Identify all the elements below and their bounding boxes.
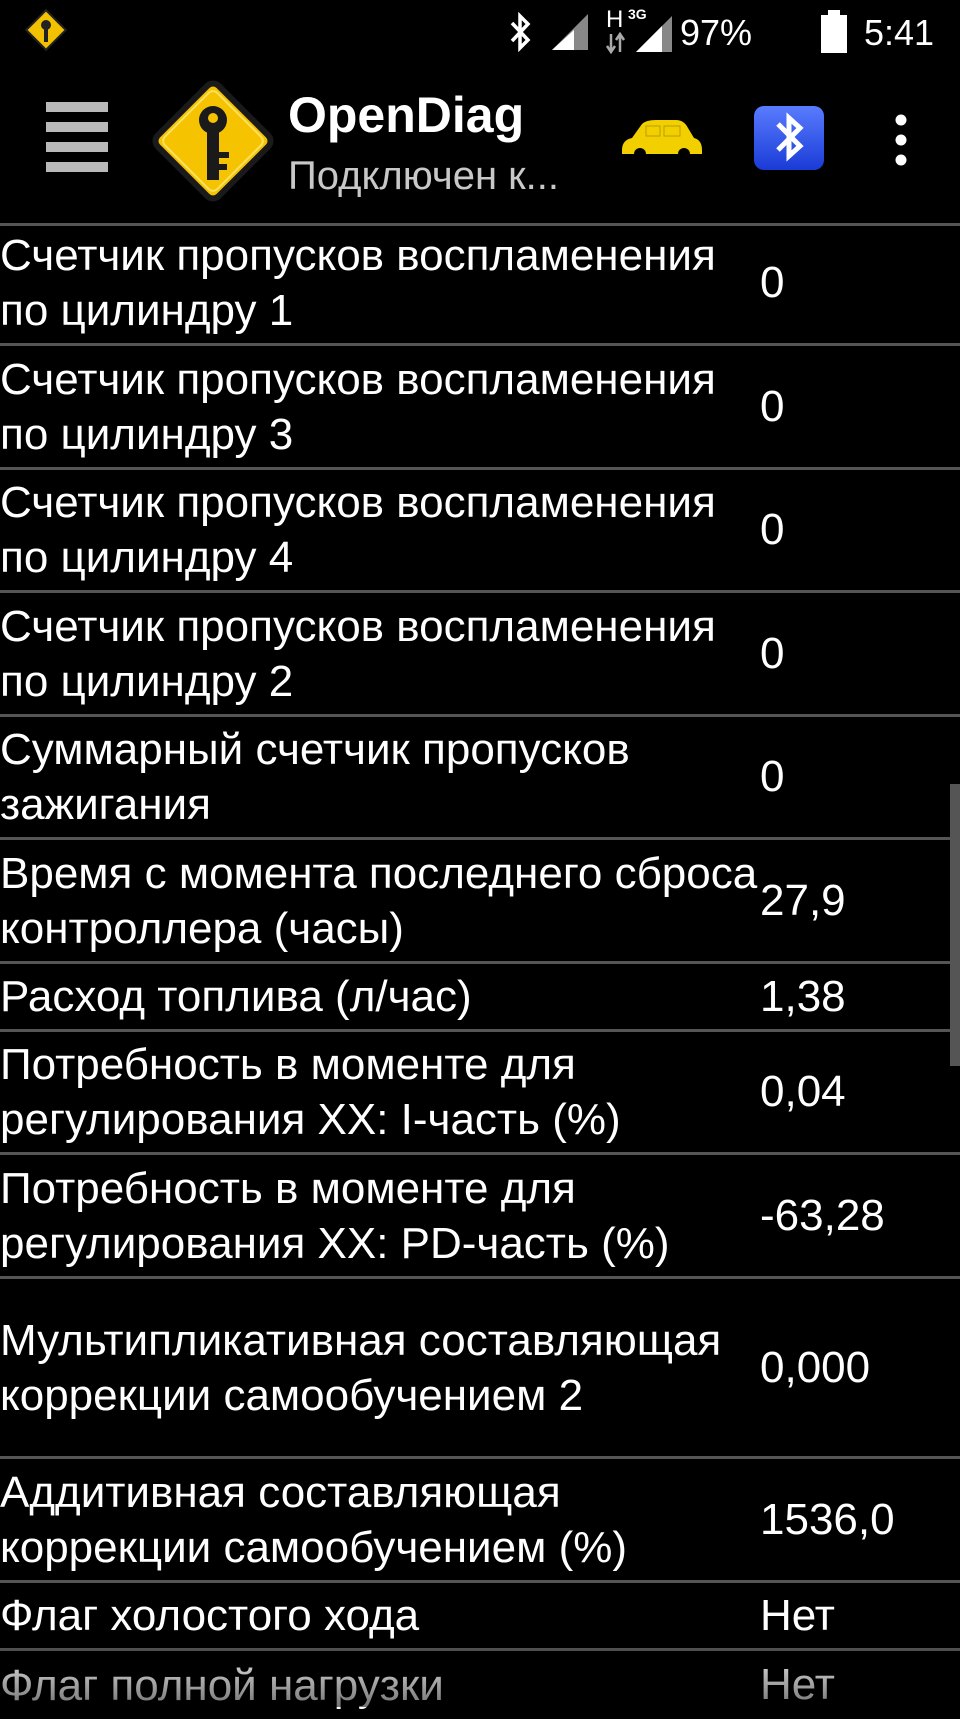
- bluetooth-icon: [508, 12, 534, 52]
- battery-percent: 97%: [680, 12, 753, 53]
- parameter-value: 0,04: [760, 1067, 846, 1116]
- list-item[interactable]: Расход топлива (л/час) 1,38: [0, 964, 960, 1032]
- elm327-bluetooth-icon[interactable]: [752, 104, 826, 172]
- parameter-name: Расход топлива (л/час): [0, 972, 472, 1021]
- list-item[interactable]: Мультипликативная составляющая коррекции…: [0, 1279, 960, 1459]
- parameter-value: 0,000: [760, 1342, 871, 1392]
- parameter-value: 27,9: [760, 875, 846, 925]
- list-item[interactable]: Счетчик пропусков воспламенения по цилин…: [0, 346, 960, 470]
- app-title: OpenDiag: [288, 87, 525, 143]
- list-item[interactable]: Флаг холостого хода Нет: [0, 1583, 960, 1651]
- notification-app-icon: [24, 8, 68, 52]
- battery-icon: [820, 10, 848, 54]
- signal-icon-2: [634, 14, 674, 54]
- list-item[interactable]: Счетчик пропусков воспламенения по цилин…: [0, 223, 960, 346]
- clock-time: 5:41: [864, 12, 935, 53]
- list-item[interactable]: Потребность в моменте для регулирования …: [0, 1155, 960, 1279]
- list-item[interactable]: Счетчик пропусков воспламенения по цилин…: [0, 470, 960, 593]
- parameter-name: Время с момента последнего сброса контро…: [0, 848, 758, 953]
- parameter-value: 0: [760, 505, 785, 554]
- list-item[interactable]: Суммарный счетчик пропусков зажигания 0: [0, 717, 960, 840]
- parameter-name: Потребность в моменте для регулирования …: [0, 1163, 670, 1268]
- list-item[interactable]: Время с момента последнего сброса контро…: [0, 840, 960, 964]
- overflow-menu-icon[interactable]: [884, 110, 918, 170]
- parameter-name: Мультипликативная составляющая коррекции…: [0, 1315, 722, 1420]
- menu-drawer-button[interactable]: [46, 102, 108, 172]
- connection-status-subtitle: Подключен к...: [288, 154, 559, 198]
- data-arrows-icon: [606, 32, 626, 54]
- parameter-name: Флаг холостого хода: [0, 1591, 420, 1640]
- scrollbar[interactable]: [950, 784, 960, 1066]
- parameter-name: Флаг полной нагрузки: [0, 1660, 444, 1710]
- action-bar: OpenDiag Подключен к...: [0, 66, 960, 226]
- app-logo-icon: [146, 74, 280, 208]
- parameter-name: Счетчик пропусков воспламенения по цилин…: [0, 601, 716, 706]
- car-icon[interactable]: [616, 110, 706, 170]
- parameter-value: 0: [760, 628, 785, 678]
- list-item[interactable]: Счетчик пропусков воспламенения по цилин…: [0, 593, 960, 717]
- parameter-value: 1536,0: [760, 1494, 895, 1544]
- parameter-value: -63,28: [760, 1190, 885, 1240]
- parameter-value: 1,38: [760, 971, 846, 1021]
- list-item[interactable]: Аддитивная составляющая коррекции самооб…: [0, 1459, 960, 1583]
- parameter-value: Нет: [760, 1590, 835, 1640]
- parameter-name: Аддитивная составляющая коррекции самооб…: [0, 1467, 627, 1572]
- parameter-value: 0: [760, 752, 785, 801]
- signal-icon: [550, 12, 590, 52]
- status-bar: H 3G 97% 5:41: [0, 0, 960, 66]
- parameter-name: Суммарный счетчик пропусков зажигания: [0, 725, 630, 829]
- network-type-indicator: H: [606, 8, 626, 54]
- parameter-value: Нет: [760, 1660, 835, 1709]
- parameter-name: Счетчик пропусков воспламенения по цилин…: [0, 354, 716, 459]
- parameter-value: 0: [760, 381, 785, 431]
- list-item[interactable]: Флаг полной нагрузки Нет: [0, 1651, 960, 1719]
- network-label: H: [606, 6, 624, 33]
- list-item[interactable]: Потребность в моменте для регулирования …: [0, 1032, 960, 1155]
- parameter-name: Потребность в моменте для регулирования …: [0, 1040, 621, 1144]
- parameter-value: 0: [760, 258, 785, 307]
- parameter-name: Счетчик пропусков воспламенения по цилин…: [0, 478, 716, 582]
- parameter-name: Счетчик пропусков воспламенения по цилин…: [0, 231, 716, 335]
- parameter-list[interactable]: Счетчик пропусков воспламенения по цилин…: [0, 223, 960, 1719]
